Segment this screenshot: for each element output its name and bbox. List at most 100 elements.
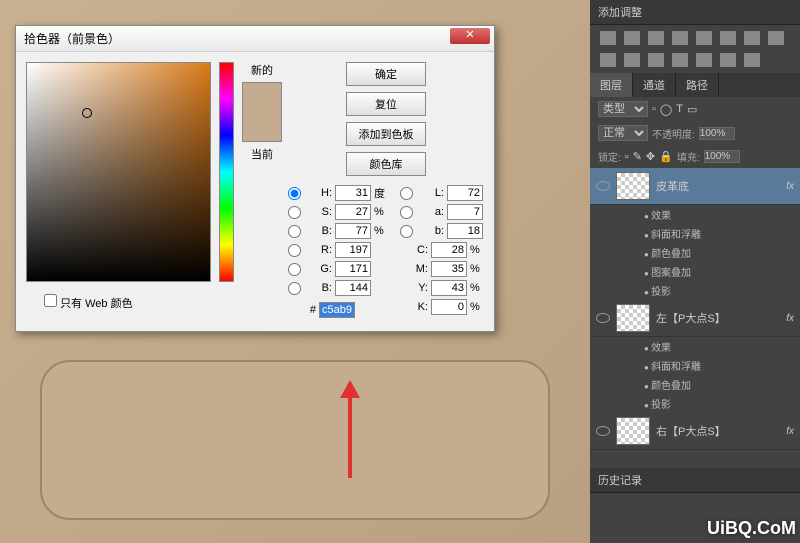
invert-icon[interactable] — [648, 53, 664, 67]
vibrance-icon[interactable] — [696, 31, 712, 45]
exposure-icon[interactable] — [672, 31, 688, 45]
lock-position-icon[interactable]: ✥ — [646, 150, 655, 163]
visibility-icon[interactable] — [596, 181, 610, 191]
k-input[interactable] — [431, 299, 467, 315]
g-radio[interactable] — [288, 263, 301, 276]
web-only-checkbox[interactable]: 只有 Web 颜色 — [44, 294, 133, 311]
opacity-label: 不透明度: — [652, 126, 695, 141]
effect-item[interactable]: 图案叠加 — [590, 262, 800, 281]
fx-badge[interactable]: fx — [786, 426, 794, 437]
current-label: 当前 — [242, 146, 282, 162]
effect-item[interactable]: 斜面和浮雕 — [590, 224, 800, 243]
lock-all-icon[interactable]: 🔒 — [659, 150, 673, 163]
color-picker-dialog: 拾色器（前景色） ✕ 新的 当前 确定 复位 添加到色板 颜色库 H:度 S:%… — [15, 25, 495, 332]
annotation-arrow — [340, 380, 360, 480]
c-input[interactable] — [431, 242, 467, 258]
g-input[interactable] — [335, 261, 371, 277]
fill-input[interactable] — [704, 150, 740, 163]
reset-button[interactable]: 复位 — [346, 92, 426, 116]
l-radio[interactable] — [400, 187, 413, 200]
tab-layers[interactable]: 图层 — [590, 73, 633, 97]
ok-button[interactable]: 确定 — [346, 62, 426, 86]
mixer-icon[interactable] — [600, 53, 616, 67]
add-swatch-button[interactable]: 添加到色板 — [346, 122, 426, 146]
dialog-title-text: 拾色器（前景色） — [24, 32, 120, 46]
m-input[interactable] — [431, 261, 467, 277]
panel-tabs: 图层 通道 路径 — [590, 73, 800, 97]
tab-channels[interactable]: 通道 — [633, 73, 676, 97]
adjustments-icons — [590, 25, 800, 73]
lookup-icon[interactable] — [624, 53, 640, 67]
effect-item[interactable]: 投影 — [590, 281, 800, 300]
layer-item[interactable]: 右【P大点S】 fx — [590, 413, 800, 450]
adjustments-header: 添加调整 — [590, 0, 800, 25]
filter-icon[interactable]: ▭ — [687, 103, 697, 116]
watermark: UiBQ.CoM — [707, 518, 796, 539]
color-field[interactable] — [26, 62, 211, 282]
effect-item[interactable]: 斜面和浮雕 — [590, 356, 800, 375]
a-input[interactable] — [447, 204, 483, 220]
history-header: 历史记录 — [590, 468, 800, 493]
effects-label[interactable]: 效果 — [590, 205, 800, 224]
filter-type-select[interactable]: 类型 — [598, 101, 648, 117]
effect-item[interactable]: 颜色叠加 — [590, 243, 800, 262]
brightness-icon[interactable] — [600, 31, 616, 45]
close-button[interactable]: ✕ — [450, 28, 490, 44]
fx-badge[interactable]: fx — [786, 313, 794, 324]
b-radio[interactable] — [288, 225, 301, 238]
visibility-icon[interactable] — [596, 426, 610, 436]
curves-icon[interactable] — [648, 31, 664, 45]
levels-icon[interactable] — [624, 31, 640, 45]
tab-paths[interactable]: 路径 — [676, 73, 719, 97]
bw-icon[interactable] — [744, 31, 760, 45]
r-radio[interactable] — [288, 244, 301, 257]
r-input[interactable] — [335, 242, 371, 258]
layers-list: 皮革底 fx 效果 斜面和浮雕 颜色叠加 图案叠加 投影 左【P大点S】 fx … — [590, 168, 800, 468]
blend-mode-select[interactable]: 正常 — [598, 125, 648, 141]
hue-icon[interactable] — [720, 31, 736, 45]
filter-icon[interactable]: ▫ — [652, 103, 656, 115]
photo-filter-icon[interactable] — [768, 31, 784, 45]
lock-transparency-icon[interactable]: ▫ — [625, 151, 629, 163]
lb-radio[interactable] — [400, 225, 413, 238]
b-input[interactable] — [335, 223, 371, 239]
hue-slider[interactable] — [219, 62, 234, 282]
threshold-icon[interactable] — [696, 53, 712, 67]
visibility-icon[interactable] — [596, 313, 610, 323]
effect-item[interactable]: 投影 — [590, 394, 800, 413]
effects-label[interactable]: 效果 — [590, 337, 800, 356]
fx-badge[interactable]: fx — [786, 181, 794, 192]
opacity-input[interactable] — [699, 127, 735, 140]
h-input[interactable] — [335, 185, 371, 201]
poster-icon[interactable] — [672, 53, 688, 67]
a-radio[interactable] — [400, 206, 413, 219]
color-library-button[interactable]: 颜色库 — [346, 152, 426, 176]
layer-name[interactable]: 右【P大点S】 — [656, 423, 780, 439]
layer-name[interactable]: 皮革底 — [656, 178, 780, 194]
layer-item[interactable]: 皮革底 fx — [590, 168, 800, 205]
new-label: 新的 — [242, 62, 282, 78]
icon-rounded-shape — [40, 360, 550, 520]
h-radio[interactable] — [288, 187, 301, 200]
layer-thumbnail[interactable] — [616, 417, 650, 445]
dialog-titlebar[interactable]: 拾色器（前景色） ✕ — [16, 26, 494, 52]
layer-thumbnail[interactable] — [616, 172, 650, 200]
hex-input[interactable] — [319, 302, 355, 318]
selective-icon[interactable] — [744, 53, 760, 67]
gradient-map-icon[interactable] — [720, 53, 736, 67]
layer-name[interactable]: 左【P大点S】 — [656, 310, 780, 326]
effect-item[interactable]: 颜色叠加 — [590, 375, 800, 394]
filter-icon[interactable]: ◯ — [660, 103, 672, 116]
filter-icon[interactable]: T — [676, 103, 683, 115]
l-input[interactable] — [447, 185, 483, 201]
s-radio[interactable] — [288, 206, 301, 219]
layer-thumbnail[interactable] — [616, 304, 650, 332]
bblue-input[interactable] — [335, 280, 371, 296]
bblue-radio[interactable] — [288, 282, 301, 295]
s-input[interactable] — [335, 204, 371, 220]
fill-label: 填充: — [677, 149, 700, 164]
lock-pixels-icon[interactable]: ✎ — [633, 150, 642, 163]
layer-item[interactable]: 左【P大点S】 fx — [590, 300, 800, 337]
y-input[interactable] — [431, 280, 467, 296]
lb-input[interactable] — [447, 223, 483, 239]
